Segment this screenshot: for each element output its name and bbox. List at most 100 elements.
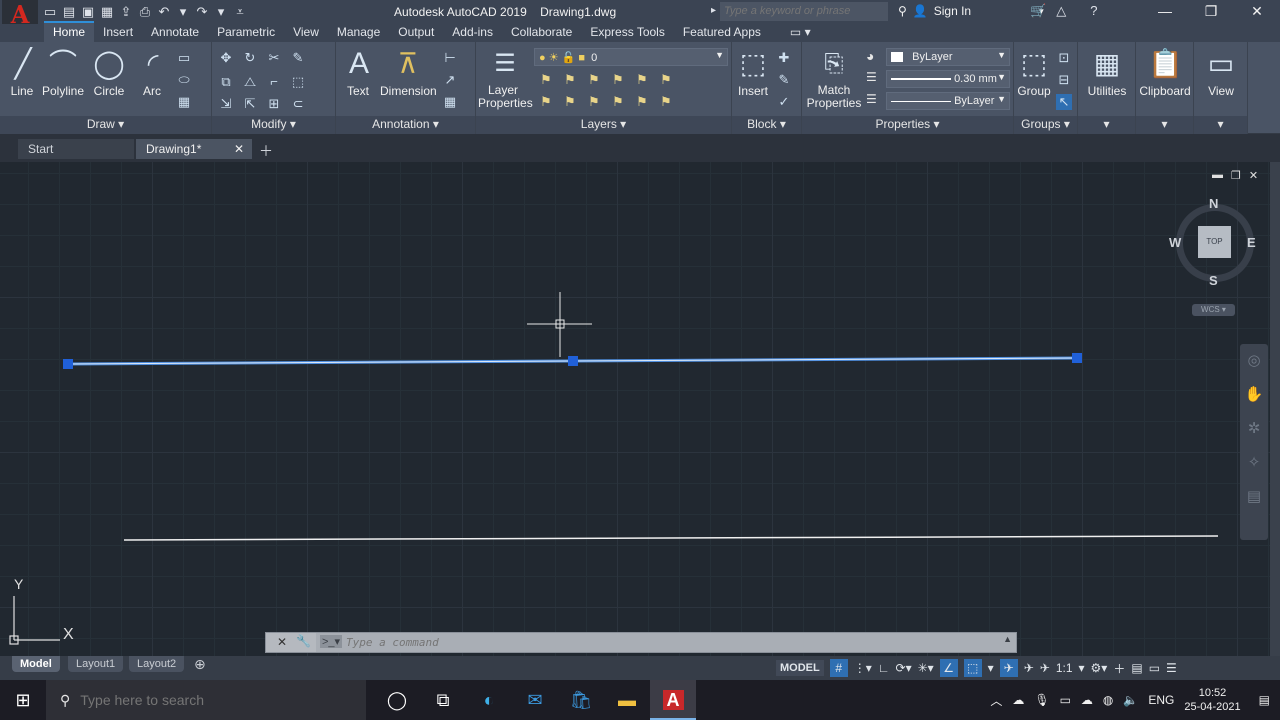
store-icon[interactable]: 🛍 bbox=[558, 680, 604, 720]
scale-dropdown-icon[interactable]: ▾ bbox=[1079, 661, 1085, 675]
annotation-scale-value[interactable]: 1:1 bbox=[1056, 661, 1073, 675]
units-icon[interactable]: ▤ bbox=[1131, 661, 1142, 675]
wifi-icon[interactable]: ◍ bbox=[1103, 693, 1113, 707]
notifications-icon[interactable]: ▤ bbox=[1259, 693, 1270, 707]
ellipse-icon[interactable]: ⬭ bbox=[176, 72, 192, 88]
customize-qat-icon[interactable]: ⩡ bbox=[232, 4, 248, 20]
plot-icon[interactable]: ⎙ bbox=[137, 4, 153, 20]
windows-start-icon[interactable]: ⊞ bbox=[0, 680, 46, 720]
draw-panel-title[interactable]: Draw ▾ bbox=[0, 116, 211, 134]
tab-insert[interactable]: Insert bbox=[94, 23, 142, 42]
color-dropdown[interactable]: ByLayer ▼ bbox=[886, 48, 1010, 66]
zoom-extents-icon[interactable]: ✲ bbox=[1240, 412, 1268, 446]
clipboard-expand[interactable]: ▾ bbox=[1136, 116, 1193, 134]
viewport-restore-icon[interactable]: ❐ bbox=[1231, 169, 1241, 182]
selected-line[interactable] bbox=[63, 353, 1082, 369]
line-button[interactable]: ╱ Line bbox=[6, 46, 38, 98]
group-select-icon[interactable]: ↖ bbox=[1056, 94, 1072, 110]
wcs-menu[interactable]: WCS ▾ bbox=[1192, 304, 1235, 316]
onedrive-icon[interactable]: ☁ bbox=[1081, 693, 1093, 707]
rectangle-icon[interactable]: ▭ bbox=[176, 50, 192, 66]
command-history-icon[interactable]: ▲ bbox=[1003, 634, 1012, 644]
grid-icon[interactable]: # bbox=[829, 659, 848, 677]
move-icon[interactable]: ✥ bbox=[218, 50, 234, 66]
annotation-scale-icon[interactable]: ✈ bbox=[1040, 661, 1050, 675]
tab-annotate[interactable]: Annotate bbox=[142, 23, 208, 42]
polar-icon[interactable]: ⟳▾ bbox=[896, 661, 912, 675]
layer-tool-6-icon[interactable]: ⚑ bbox=[658, 72, 674, 88]
help-search-box[interactable] bbox=[720, 2, 888, 21]
compass-north[interactable]: N bbox=[1209, 196, 1218, 211]
rotate-icon[interactable]: ↻ bbox=[242, 50, 258, 66]
speaker-icon[interactable]: 🔈 bbox=[1123, 693, 1138, 707]
properties-panel-title[interactable]: Properties ▾ bbox=[802, 116, 1013, 134]
close-icon[interactable]: ✕ bbox=[277, 635, 287, 649]
osnap-tracking-icon[interactable]: ∠ bbox=[939, 659, 958, 677]
orbit-icon[interactable]: ✧ bbox=[1240, 446, 1268, 480]
layer-tool-1-icon[interactable]: ⚑ bbox=[538, 72, 554, 88]
help-icon[interactable]: ? bbox=[1090, 3, 1097, 19]
layout-tab-layout1[interactable]: Layout1 bbox=[68, 656, 124, 672]
autoscale-icon[interactable]: ✈ bbox=[1024, 661, 1034, 675]
view-expand[interactable]: ▾ bbox=[1194, 116, 1247, 134]
customization-menu-icon[interactable]: ☰ bbox=[1166, 661, 1177, 675]
isodraft-icon[interactable]: ✳▾ bbox=[918, 661, 934, 675]
object-snap-icon[interactable]: ⬚ bbox=[963, 659, 982, 677]
undo-icon[interactable]: ↶ bbox=[156, 4, 172, 20]
tab-express-tools[interactable]: Express Tools bbox=[581, 23, 673, 42]
viewport-minimize-icon[interactable]: ▬ bbox=[1212, 169, 1223, 182]
offset-icon[interactable]: ⊂ bbox=[290, 96, 306, 112]
erase-icon[interactable]: ✎ bbox=[290, 50, 306, 66]
group-edit-icon[interactable]: ⊟ bbox=[1056, 72, 1072, 88]
tab-featured-apps[interactable]: Featured Apps bbox=[674, 23, 770, 42]
create-block-icon[interactable]: ✚ bbox=[776, 50, 792, 66]
microphone-icon[interactable]: 🎙 bbox=[1034, 693, 1049, 707]
annotation-visibility-icon[interactable]: ✈ bbox=[999, 659, 1018, 677]
layer-tool-4-icon[interactable]: ⚑ bbox=[610, 72, 626, 88]
restore-icon[interactable]: ❐ bbox=[1188, 0, 1234, 24]
save-icon[interactable]: ▣ bbox=[80, 4, 96, 20]
layer-tool-7-icon[interactable]: ⚑ bbox=[538, 94, 554, 110]
showmotion-icon[interactable]: ▤ bbox=[1240, 480, 1268, 514]
attribute-icon[interactable]: ✓ bbox=[776, 94, 792, 110]
clipboard-button[interactable]: 📋 Clipboard bbox=[1136, 46, 1194, 98]
close-icon[interactable]: ✕ bbox=[234, 139, 244, 159]
layout-tab-layout2[interactable]: Layout2 bbox=[129, 656, 185, 672]
compass-east[interactable]: E bbox=[1247, 235, 1256, 250]
drawn-line[interactable] bbox=[123, 535, 1219, 541]
utilities-expand[interactable]: ▾ bbox=[1078, 116, 1135, 134]
ribbon-minimize-icon[interactable]: ▭ ▾ bbox=[790, 25, 811, 42]
explode-icon[interactable]: ⬚ bbox=[290, 74, 306, 90]
insert-block-button[interactable]: ⬚ Insert bbox=[734, 46, 772, 98]
autocad-taskbar-icon[interactable]: A bbox=[650, 680, 696, 720]
copy-icon[interactable]: ⧉ bbox=[218, 74, 234, 90]
layer-tool-3-icon[interactable]: ⚑ bbox=[586, 72, 602, 88]
save-as-icon[interactable]: ▦ bbox=[99, 4, 115, 20]
dimension-button[interactable]: ⊼ Dimension bbox=[380, 46, 437, 98]
groups-panel-title[interactable]: Groups ▾ bbox=[1014, 116, 1077, 134]
new-tab-icon[interactable]: ＋ bbox=[259, 141, 273, 161]
trim-icon[interactable]: ✂ bbox=[266, 50, 282, 66]
view-button[interactable]: ▭ View bbox=[1196, 46, 1246, 98]
taskbar-search-box[interactable]: ⚲ bbox=[46, 680, 366, 720]
sign-in-area[interactable]: ⚲ 👤 Sign In ▾ bbox=[898, 4, 1044, 18]
compass-west[interactable]: W bbox=[1169, 235, 1181, 250]
edge-icon[interactable]: ◐ bbox=[466, 680, 512, 720]
search-expand-icon[interactable]: ▸ bbox=[711, 5, 716, 16]
viewcube-top-face[interactable]: TOP bbox=[1198, 226, 1231, 258]
layer-tool-10-icon[interactable]: ⚑ bbox=[610, 94, 626, 110]
edit-block-icon[interactable]: ✎ bbox=[776, 72, 792, 88]
utilities-button[interactable]: ▦ Utilities bbox=[1080, 46, 1134, 98]
new-icon[interactable]: ▭ bbox=[42, 4, 58, 20]
linear-dimension-icon[interactable]: ⊢ bbox=[442, 50, 458, 66]
customize-wrench-icon[interactable]: 🔧 bbox=[296, 634, 311, 648]
sign-in-label[interactable]: Sign In bbox=[934, 4, 971, 18]
open-icon[interactable]: ▤ bbox=[61, 4, 77, 20]
group-button[interactable]: ⬚ Group bbox=[1016, 46, 1052, 98]
tab-output[interactable]: Output bbox=[389, 23, 443, 42]
table-icon[interactable]: ▦ bbox=[442, 94, 458, 110]
tab-add-ins[interactable]: Add-ins bbox=[443, 23, 502, 42]
layer-properties-button[interactable]: ☰ Layer Properties bbox=[478, 46, 533, 110]
annotation-monitor-icon[interactable]: ＋ bbox=[1113, 660, 1125, 677]
minimize-icon[interactable]: — bbox=[1142, 0, 1188, 24]
